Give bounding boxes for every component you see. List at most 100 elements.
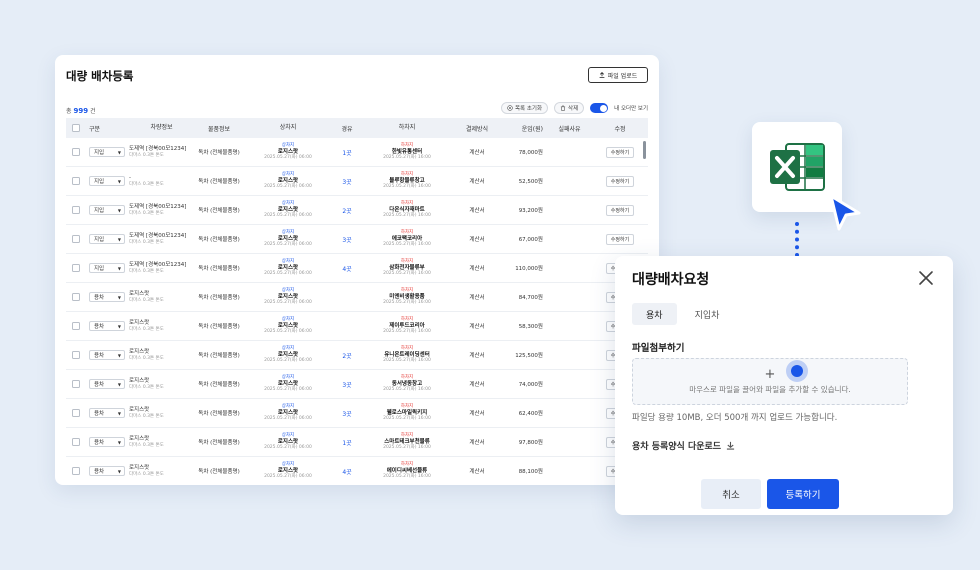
file-dropzone[interactable]: + 마우스로 파일을 끌어와 파일을 추가할 수 있습니다. [632, 358, 908, 405]
table-row: 용차 ▼ 로지스랏 다마스 0.3톤 톤도 독차 (전체물품명) 상차지 로지스랏 2025.… [66, 370, 648, 399]
header-reason: 실패사유 [558, 125, 581, 133]
load-info: 상차지 로지스랏 2025.05.27(화) 06:00 [264, 230, 312, 248]
row-checkbox[interactable] [72, 351, 80, 359]
edit-button[interactable]: 수정하기 [605, 233, 635, 245]
row-checkbox[interactable] [72, 409, 80, 417]
vehicle-type-tabs: 용차 지입차 [632, 303, 733, 325]
type-select[interactable]: 용차 ▼ [89, 321, 125, 331]
cancel-button[interactable]: 취소 [701, 479, 761, 509]
pay-method: 계산서 [469, 440, 485, 446]
unload-info: 하차지 한빛유통센터 2025.05.27(화) 16:00 [383, 143, 431, 161]
fare-value: 93,200원 [518, 208, 543, 214]
chevron-down-icon: ▼ [117, 410, 121, 416]
load-info: 상차지 로지스랏 2025.05.27(화) 06:00 [264, 404, 312, 422]
type-select[interactable]: 용차 ▼ [89, 466, 125, 476]
modal-title: 대량배차요청 [632, 272, 710, 288]
unload-info: 하차지 다온식자재마트 2025.05.27(화) 16:00 [383, 201, 431, 219]
edit-button[interactable]: 수정하기 [605, 146, 635, 158]
header-pay: 결제방식 [465, 125, 489, 133]
chevron-down-icon: ▼ [117, 207, 121, 213]
row-checkbox[interactable] [72, 264, 80, 272]
row-checkbox[interactable] [72, 206, 80, 214]
pay-method: 계산서 [469, 382, 485, 388]
row-checkbox[interactable] [72, 438, 80, 446]
type-select[interactable]: 용차 ▼ [89, 408, 125, 418]
goods-info: 독차 (전체물품명) [198, 382, 240, 388]
header-car: 차량정보 [150, 124, 173, 132]
reset-list-button[interactable]: 목록 초기화 [500, 102, 549, 114]
table-row: 지입 ▼ 도제역 [경북00모1234] 다마스 0.3톤 톤도 독차 (전체물품명) 상… [66, 138, 648, 167]
table-row: 용차 ▼ 로지스랏 다마스 0.3톤 톤도 독차 (전체물품명) 상차지 로지스랏 2025.… [66, 399, 648, 428]
row-checkbox[interactable] [72, 380, 80, 388]
goods-info: 독차 (전체물품명) [198, 150, 240, 156]
unload-info: 하차지 에코팩코리아 2025.05.27(화) 16:00 [383, 230, 431, 248]
type-select[interactable]: 지입 ▼ [89, 147, 125, 157]
car-info: 로지스랏 다마스 0.3톤 톤도 [129, 377, 164, 390]
total-count: 총 999 건 [66, 107, 96, 115]
pay-method: 계산서 [469, 353, 485, 359]
header-fare: 운임(원) [521, 125, 543, 133]
row-checkbox[interactable] [72, 148, 80, 156]
row-checkbox[interactable] [72, 293, 80, 301]
via-count: 1곳 [342, 149, 352, 157]
type-select[interactable]: 지입 ▼ [89, 234, 125, 244]
type-select-value: 용차 [94, 295, 105, 301]
table-scrollbar[interactable] [643, 141, 646, 159]
type-select[interactable]: 용차 ▼ [89, 350, 125, 360]
edit-button[interactable]: 수정하기 [605, 175, 635, 187]
pay-method: 계산서 [469, 411, 485, 417]
chevron-down-icon: ▼ [117, 468, 121, 474]
type-select-value: 용차 [94, 382, 105, 388]
table-header: 구분 차량정보 물품정보 상차지 경유 하차지 결제방식 운임(원) 실패사유 … [66, 118, 648, 138]
via-count: 3곳 [342, 410, 352, 418]
row-checkbox[interactable] [72, 467, 80, 475]
tab-owned[interactable]: 지입차 [681, 303, 734, 325]
chevron-down-icon: ▼ [117, 294, 121, 300]
reset-icon [507, 105, 513, 111]
via-count: 4곳 [342, 265, 352, 273]
submit-button[interactable]: 등록하기 [767, 479, 839, 509]
row-checkbox[interactable] [72, 235, 80, 243]
row-checkbox[interactable] [72, 177, 80, 185]
type-select-value: 용차 [94, 469, 105, 475]
goods-info: 독차 (전체물품명) [198, 208, 240, 214]
chevron-down-icon: ▼ [117, 381, 121, 387]
table-row: 용차 ▼ 로지스랏 다마스 0.3톤 톤도 독차 (전체물품명) 상차지 로지스랏 2025.… [66, 283, 648, 312]
type-select[interactable]: 용차 ▼ [89, 437, 125, 447]
select-all-checkbox[interactable] [72, 124, 80, 132]
unload-info: 하차지 제이투드코리아 2025.05.27(화) 16:00 [383, 317, 431, 335]
bulk-dispatch-modal: 대량배차요청 용차 지입차 파일첨부하기 + 마우스로 파일을 끌어와 파일을 … [615, 256, 953, 515]
file-upload-button[interactable]: 파일 업로드 [588, 67, 648, 83]
tab-rental[interactable]: 용차 [632, 303, 677, 325]
type-select[interactable]: 지입 ▼ [89, 205, 125, 215]
unload-info: 하차지 유니온트레이딩센터 2025.05.27(화) 16:00 [383, 346, 431, 364]
chevron-down-icon: ▼ [117, 323, 121, 329]
type-select[interactable]: 용차 ▼ [89, 379, 125, 389]
type-select[interactable]: 용차 ▼ [89, 292, 125, 302]
template-download-link[interactable]: 용차 등록양식 다운로드 [632, 439, 735, 452]
my-orders-toggle[interactable] [590, 103, 609, 113]
close-icon[interactable] [916, 268, 936, 288]
via-count: 1곳 [342, 439, 352, 447]
table-row: 용차 ▼ 로지스랏 다마스 0.3톤 톤도 독차 (전체물품명) 상차지 로지스랏 2025.… [66, 312, 648, 341]
type-select-value: 용차 [94, 440, 105, 446]
goods-info: 독차 (전체물품명) [198, 324, 240, 330]
load-info: 상차지 로지스랏 2025.05.27(화) 06:00 [264, 346, 312, 364]
table-toolbar: 목록 초기화 삭제 내 오더만 보기 [500, 102, 648, 114]
pay-method: 계산서 [469, 208, 485, 214]
goods-info: 독차 (전체물품명) [198, 295, 240, 301]
row-checkbox[interactable] [72, 322, 80, 330]
goods-info: 독차 (전체물품명) [198, 440, 240, 446]
type-select[interactable]: 지입 ▼ [89, 176, 125, 186]
total-count-number: 999 [73, 107, 89, 115]
chevron-down-icon: ▼ [117, 149, 121, 155]
delete-button[interactable]: 삭제 [554, 102, 585, 114]
type-select[interactable]: 지입 ▼ [89, 263, 125, 273]
edit-button[interactable]: 수정하기 [605, 204, 635, 216]
car-info: 도제역 [경북00모1234] 다마스 0.3톤 톤도 [129, 261, 187, 274]
via-count: 3곳 [342, 381, 352, 389]
chevron-down-icon: ▼ [117, 352, 121, 358]
load-info: 상차지 로지스랏 2025.05.27(화) 06:00 [264, 259, 312, 277]
pay-method: 계산서 [469, 237, 485, 243]
goods-info: 독차 (전체물품명) [198, 411, 240, 417]
